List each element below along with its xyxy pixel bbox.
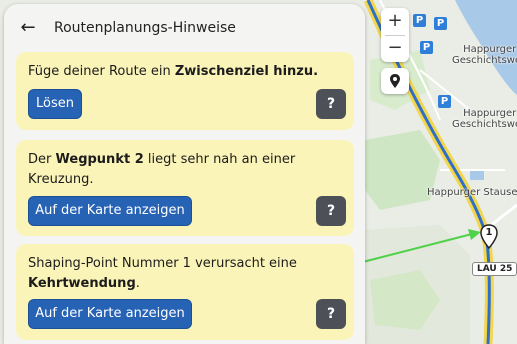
parking-icon: P [420, 41, 433, 54]
page-title: Routenplanungs-Hinweise [54, 20, 236, 36]
arrow-left-icon[interactable]: ← [18, 18, 38, 38]
map-label-line: Geschichtsweg [452, 119, 517, 130]
parking-icon: P [434, 17, 447, 30]
location-pin-icon [390, 74, 400, 88]
hint-card: Füge deiner Route ein Zwischenziel hinzu… [16, 52, 354, 130]
locate-button[interactable] [381, 68, 409, 94]
parking-icon: P [438, 95, 451, 108]
hint-text: Füge deiner Route ein [28, 64, 175, 79]
map-label-lake: Happurger Stausee [427, 187, 517, 198]
panel-header: ← Routenplanungs-Hinweise [4, 4, 365, 52]
hint-text-bold: Wegpunkt 2 [55, 152, 144, 167]
map-label-place: Happurger Geschichtsweg [452, 108, 517, 130]
help-button[interactable]: ? [316, 299, 346, 329]
hint-text: Shaping-Point Nummer 1 verursacht eine [28, 256, 297, 271]
road-sign: LAU 25 [472, 262, 517, 276]
hint-message: Der Wegpunkt 2 liegt sehr nah an einer K… [28, 150, 328, 190]
hint-text-bold: Kehrtwendung [28, 276, 136, 291]
hints-panel: ← Routenplanungs-Hinweise Füge deiner Ro… [4, 4, 365, 344]
zoom-control: + − [381, 8, 409, 62]
waypoint-number: 1 [485, 227, 493, 238]
map-label-line: Happurger [463, 44, 517, 55]
map-label-place: Happurger Geschichtsweg [452, 44, 517, 66]
solve-button[interactable]: Lösen [28, 89, 82, 119]
map-label-line: Geschichtsweg [452, 55, 517, 66]
hint-message: Shaping-Point Nummer 1 verursacht eine K… [28, 254, 328, 294]
zoom-in-button[interactable]: + [381, 8, 409, 34]
hint-message: Füge deiner Route ein Zwischenziel hinzu… [28, 62, 328, 82]
help-button[interactable]: ? [316, 196, 346, 226]
water-patch [470, 170, 484, 180]
hint-card: Der Wegpunkt 2 liegt sehr nah an einer K… [16, 140, 354, 236]
hint-text: Der [28, 152, 56, 167]
hint-text-tail: . [135, 276, 140, 291]
zoom-out-button[interactable]: − [381, 35, 409, 61]
show-on-map-button[interactable]: Auf der Karte anzeigen [28, 299, 192, 329]
hint-text-bold: Zwischenziel hinzu. [174, 64, 319, 79]
map-label-line: Happurger [463, 108, 517, 119]
help-button[interactable]: ? [316, 89, 346, 119]
parking-icon: P [413, 14, 426, 27]
waypoint-marker[interactable]: 1 [479, 224, 499, 250]
hint-card: Shaping-Point Nummer 1 verursacht eine K… [16, 244, 354, 340]
show-on-map-button[interactable]: Auf der Karte anzeigen [28, 196, 192, 226]
